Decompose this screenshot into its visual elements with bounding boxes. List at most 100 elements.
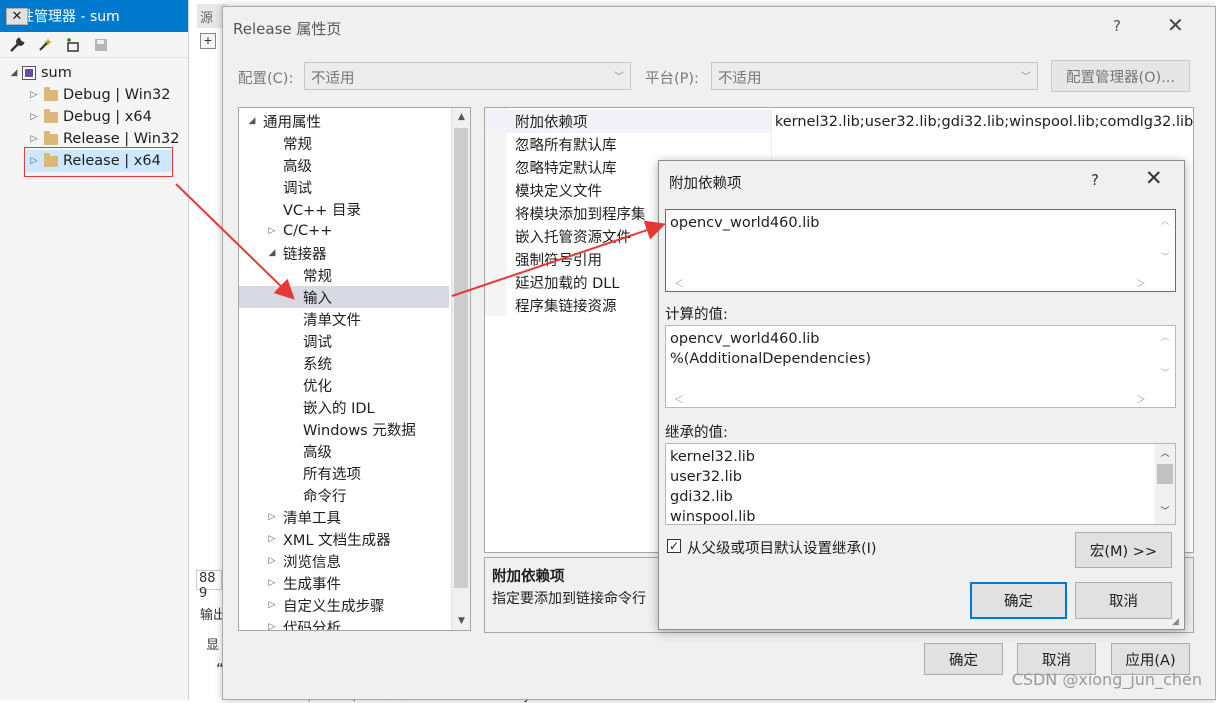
scroll-down-icon[interactable]: ﹀	[1155, 504, 1175, 517]
collapsed-arrow-icon[interactable]: ▷	[265, 578, 279, 588]
close-icon[interactable]: ✕	[6, 7, 28, 25]
tree-item[interactable]: ▷ 浏览信息	[239, 550, 449, 572]
collapsed-arrow-icon[interactable]: ▷	[265, 556, 279, 566]
scroll-thumb[interactable]	[1157, 464, 1173, 484]
tree-item-label: 所有选项	[303, 466, 361, 483]
tree-item-selected[interactable]: 输入	[239, 286, 449, 308]
scroll-down-icon[interactable]: ﹀	[1155, 366, 1175, 379]
sub-ok-button[interactable]: 确定	[970, 582, 1067, 619]
tree-item[interactable]: ▷ 代码分析	[239, 616, 449, 631]
expand-icon[interactable]: +	[200, 33, 216, 49]
scroll-right-icon[interactable]: ＞	[1136, 275, 1146, 290]
add-existing-sheet-icon[interactable]	[64, 36, 82, 54]
scroll-right-icon[interactable]: ＞	[1136, 391, 1146, 406]
help-icon[interactable]: ?	[1113, 17, 1121, 35]
close-icon[interactable]: ✕	[1167, 13, 1184, 37]
new-property-sheet-icon[interactable]	[36, 36, 54, 54]
property-value[interactable]: kernel32.lib;user32.lib;gdi32.lib;winspo…	[772, 114, 1193, 130]
collapsed-arrow-icon[interactable]: ▷	[28, 134, 40, 144]
collapsed-arrow-icon[interactable]: ▷	[265, 512, 279, 522]
tree-item[interactable]: 调试	[239, 176, 449, 198]
tree-item[interactable]: 常规	[239, 132, 449, 154]
tree-item[interactable]: 高级	[239, 440, 449, 462]
close-icon[interactable]: ✕	[1145, 166, 1163, 190]
collapsed-arrow-icon[interactable]: ▷	[265, 226, 279, 236]
scroll-up-icon[interactable]: ︿	[1155, 330, 1175, 343]
scroll-down-icon[interactable]: ﹀	[1155, 250, 1175, 263]
tree-item[interactable]: Windows 元数据	[239, 418, 449, 440]
config-label: 配置(C):	[238, 71, 294, 87]
tree-item[interactable]: ▷ 生成事件	[239, 572, 449, 594]
property-row[interactable]: 忽略所有默认库	[485, 133, 1193, 156]
config-manager-button[interactable]: 配置管理器(O)...	[1051, 60, 1190, 92]
collapsed-arrow-icon[interactable]: ▷	[265, 534, 279, 544]
property-manager-panel: 属性管理器 - sum ▾ ⊥ ✕ ◢ sum ▷ Debug | Win32 …	[0, 0, 189, 700]
expanded-arrow-icon[interactable]: ◢	[8, 68, 20, 78]
ok-button[interactable]: 确定	[924, 643, 1003, 675]
dependencies-input[interactable]: opencv_world460.lib ︿ ﹀ ＜ ＞	[665, 209, 1176, 292]
sub-cancel-button[interactable]: 取消	[1075, 582, 1172, 619]
zoom-level-fragment[interactable]: 88 9	[196, 570, 222, 601]
tree-item[interactable]: 清单文件	[239, 308, 449, 330]
vertical-scrollbar[interactable]: ︿ ﹀	[1155, 210, 1175, 274]
tree-item[interactable]: 命令行	[239, 484, 449, 506]
scroll-up-icon[interactable]: ▲	[452, 108, 470, 126]
dependencies-input-text[interactable]: opencv_world460.lib	[670, 213, 819, 233]
tree-item[interactable]: ◢ 通用属性	[239, 110, 449, 132]
scroll-thumb[interactable]	[454, 128, 468, 588]
tree-scrollbar[interactable]: ▲ ▼	[451, 108, 470, 630]
computed-values-box: opencv_world460.lib %(AdditionalDependen…	[665, 325, 1176, 408]
tree-item[interactable]: VC++ 目录	[239, 198, 449, 220]
collapsed-arrow-icon[interactable]: ▷	[28, 112, 40, 122]
macro-button[interactable]: 宏(M) >>	[1075, 532, 1172, 568]
inherit-checkbox-label[interactable]: 从父级或项目默认设置继承(I)	[687, 537, 877, 558]
help-icon[interactable]: ?	[1091, 171, 1099, 189]
property-manager-titlebar: 属性管理器 - sum ▾ ⊥ ✕	[0, 0, 188, 32]
tree-item[interactable]: 优化	[239, 374, 449, 396]
tree-item[interactable]: 所有选项	[239, 462, 449, 484]
collapsed-arrow-icon[interactable]: ▷	[28, 90, 40, 100]
scroll-left-icon[interactable]: ＜	[674, 391, 684, 406]
scroll-left-icon[interactable]: ＜	[674, 275, 684, 290]
tree-item-project[interactable]: ◢ sum	[8, 62, 72, 84]
tree-item-label: 高级	[303, 444, 332, 461]
tree-item-config[interactable]: ▷ Debug | Win32	[28, 84, 170, 106]
tree-item-label: VC++ 目录	[283, 202, 361, 219]
tree-item[interactable]: 嵌入的 IDL	[239, 396, 449, 418]
platform-select[interactable]: 不适用 ﹀	[711, 62, 1038, 90]
vertical-scrollbar[interactable]: ︿ ﹀	[1155, 444, 1175, 524]
tree-item[interactable]: ◢ 链接器	[239, 242, 449, 264]
tree-item[interactable]: 高级	[239, 154, 449, 176]
tree-item-label: 代码分析	[283, 620, 341, 631]
scroll-up-icon[interactable]: ︿	[1155, 446, 1175, 459]
resize-grip-icon[interactable]: ◢	[1172, 617, 1182, 627]
horizontal-scrollbar[interactable]: ＜ ＞	[666, 389, 1156, 407]
expanded-arrow-icon[interactable]: ◢	[265, 248, 279, 258]
tree-item-label: 常规	[283, 136, 312, 153]
scroll-down-icon[interactable]: ▼	[452, 612, 470, 630]
tree-item-label: Windows 元数据	[303, 422, 416, 439]
additional-dependencies-dialog: 附加依赖项 ? ✕ opencv_world460.lib ︿ ﹀ ＜ ＞ 计算…	[658, 160, 1185, 630]
scroll-up-icon[interactable]: ︿	[1155, 214, 1175, 227]
tree-item[interactable]: ▷ 清单工具	[239, 506, 449, 528]
description-text: 指定要添加到链接命令行	[492, 591, 646, 607]
tree-item[interactable]: ▷ 自定义生成步骤	[239, 594, 449, 616]
property-row[interactable]: 附加依赖项 kernel32.lib;user32.lib;gdi32.lib;w…	[485, 110, 1193, 133]
wrench-icon[interactable]	[8, 36, 26, 54]
config-select[interactable]: 不适用 ﹀	[304, 62, 631, 90]
save-icon[interactable]	[92, 36, 110, 54]
chevron-down-icon: ﹀	[614, 72, 624, 83]
horizontal-scrollbar[interactable]: ＜ ＞	[666, 273, 1156, 291]
tree-item[interactable]: 调试	[239, 330, 449, 352]
collapsed-arrow-icon[interactable]: ▷	[265, 600, 279, 610]
vertical-scrollbar[interactable]: ︿ ﹀	[1155, 326, 1175, 390]
tree-item[interactable]: 常规	[239, 264, 449, 286]
tree-item[interactable]: ▷ C/C++	[239, 220, 449, 242]
tree-item-label: 通用属性	[263, 114, 321, 131]
tree-item-config[interactable]: ▷ Debug | x64	[28, 106, 152, 128]
inherit-checkbox[interactable]: ✓	[667, 539, 681, 553]
collapsed-arrow-icon[interactable]: ▷	[265, 622, 279, 630]
tree-item[interactable]: ▷ XML 文档生成器	[239, 528, 449, 550]
expanded-arrow-icon[interactable]: ◢	[245, 116, 259, 126]
tree-item[interactable]: 系统	[239, 352, 449, 374]
